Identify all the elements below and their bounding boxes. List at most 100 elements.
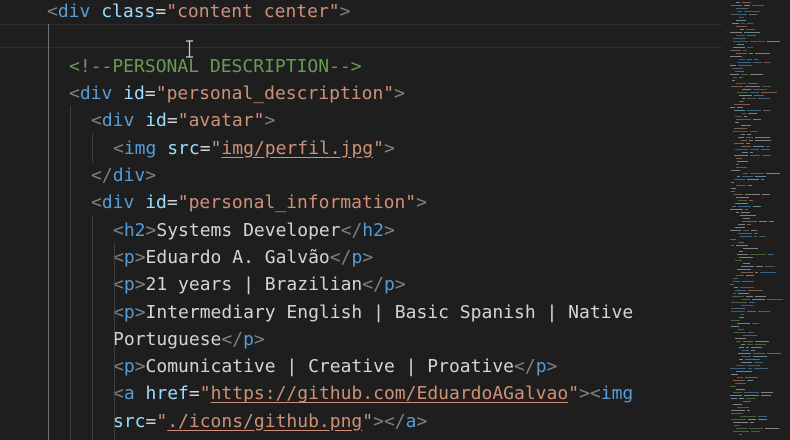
minimap-line (735, 260, 742, 261)
indent-guide (92, 216, 93, 440)
minimap-line (741, 362, 752, 363)
minimap-line (751, 350, 755, 351)
minimap-line (732, 206, 736, 207)
minimap-line (741, 146, 751, 147)
token-tag: p (123, 246, 135, 268)
code-line[interactable]: <p>Intermediary English | Basic Spanish … (113, 299, 725, 326)
token-tag: p (243, 328, 254, 350)
minimap-line (742, 98, 745, 99)
minimap-line (743, 50, 747, 51)
minimap-line (738, 206, 751, 207)
token-str: "personal_description" (155, 83, 395, 105)
code-line[interactable] (0, 26, 725, 53)
code-line[interactable]: <h2>Systems Developer</h2> (113, 217, 725, 244)
token-br: < (91, 110, 102, 132)
minimap-line (749, 428, 763, 429)
code-line[interactable]: <div id="avatar"> (91, 107, 725, 134)
minimap-line (731, 308, 745, 309)
minimap-line (735, 71, 744, 72)
minimap-line (739, 347, 744, 348)
token-str: " (156, 410, 168, 432)
minimap-line (736, 2, 740, 3)
token-eq: = (166, 192, 178, 214)
code-line[interactable]: Portuguese</p> (113, 326, 725, 353)
code-line[interactable]: <div id="personal_information"> (91, 189, 725, 216)
minimap-line (741, 272, 753, 273)
minimap-line (758, 416, 767, 417)
code-line[interactable]: <img src="img/perfil.jpg"> (113, 135, 725, 162)
token-link[interactable]: https://github.com/EduardoAGalvao (211, 383, 569, 404)
code-line[interactable]: <p>Eduardo A. Galvão</p> (113, 244, 725, 271)
code-line[interactable]: <!--PERSONAL DESCRIPTION--> (69, 53, 725, 80)
minimap-line (739, 251, 743, 252)
minimap-line (736, 26, 747, 27)
minimap-line (756, 266, 763, 267)
minimap-line (760, 272, 776, 273)
minimap-line (741, 212, 750, 213)
minimap-line (733, 404, 742, 405)
token-br: > (134, 246, 146, 268)
minimap-line (740, 287, 754, 288)
minimap-line (741, 266, 754, 267)
minimap-line (749, 200, 753, 201)
minimap-line (736, 389, 745, 390)
token-br: > (546, 356, 558, 378)
token-tag: p (351, 246, 363, 268)
token-tag: p (383, 274, 395, 296)
minimap-line (758, 419, 767, 420)
minimap-line (731, 5, 742, 6)
minimap-line (753, 62, 762, 63)
token-br: > (362, 246, 374, 268)
minimap-line (731, 302, 747, 303)
minimap-line (737, 377, 743, 378)
minimap-line (734, 287, 738, 288)
minimap-line (737, 107, 743, 108)
minimap[interactable] (726, 0, 790, 440)
minimap-line (749, 14, 757, 15)
minimap-line (738, 200, 747, 201)
minimap-line (746, 137, 753, 138)
minimap-line (747, 410, 750, 411)
indent-guide (48, 24, 49, 440)
code-line[interactable]: <div id="personal_description"> (69, 80, 725, 107)
minimap-line (731, 410, 745, 411)
minimap-line (747, 59, 752, 60)
minimap-line (750, 149, 759, 150)
minimap-line (767, 41, 780, 42)
minimap-line (739, 359, 743, 360)
minimap-line (752, 299, 765, 300)
minimap-line (747, 35, 756, 36)
token-link[interactable]: img/perfil.jpg (221, 138, 373, 159)
token-str: " (210, 137, 222, 159)
minimap-line (745, 86, 760, 87)
minimap-line (761, 179, 764, 180)
code-line[interactable]: <p>21 years | Brazilian</p> (113, 271, 725, 298)
code-line[interactable]: </div> (91, 162, 725, 189)
code-line[interactable]: <p>Comunicative | Creative | Proative</p… (113, 353, 725, 380)
minimap-line (744, 11, 760, 12)
token-br: > (383, 137, 395, 159)
minimap-line (734, 104, 750, 105)
code-line[interactable]: src="./icons/github.png"></a> (113, 408, 725, 435)
minimap-line (736, 212, 739, 213)
minimap-line (747, 179, 759, 180)
minimap-line (738, 224, 745, 225)
minimap-line (743, 335, 757, 336)
minimap-line (738, 233, 752, 234)
token-link[interactable]: ./icons/github.png (167, 411, 362, 432)
minimap-line (755, 176, 766, 177)
minimap-line (750, 155, 760, 156)
token-br: < (69, 83, 80, 105)
minimap-line (742, 221, 757, 222)
minimap-line (731, 413, 743, 414)
minimap-line (744, 392, 759, 393)
minimap-line (753, 89, 767, 90)
code-line[interactable]: <div class="content center"> (47, 0, 725, 26)
code-area[interactable]: <div class="content center"> <!--PERSONAL… (0, 0, 725, 440)
code-line[interactable]: <a href="https://github.com/EduardoAGalv… (113, 380, 725, 407)
minimap-line (747, 224, 751, 225)
code-editor[interactable]: <div class="content center"> <!--PERSONAL… (0, 0, 790, 440)
